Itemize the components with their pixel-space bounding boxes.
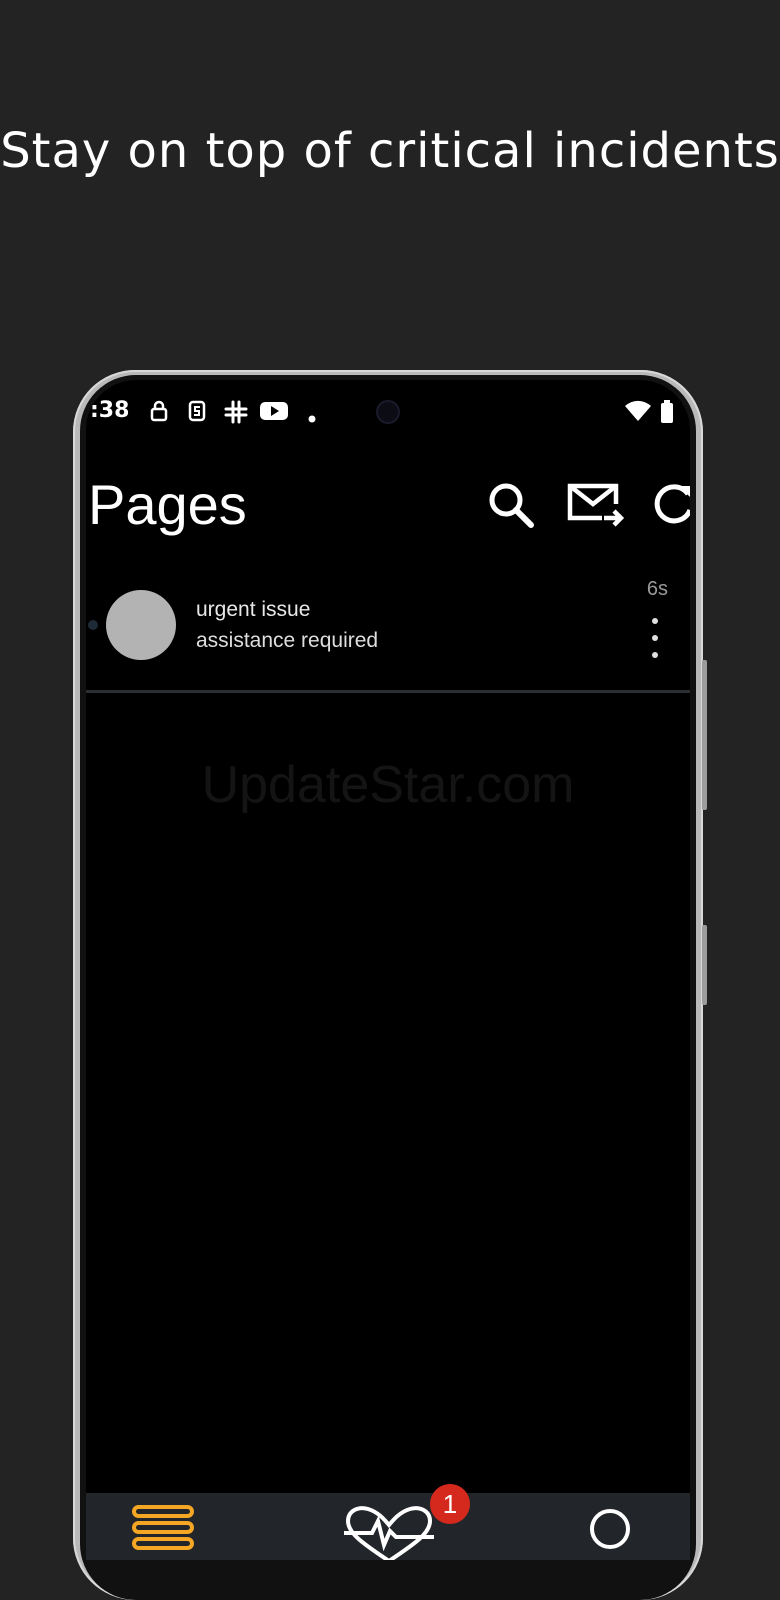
list-icon [132, 1505, 194, 1550]
search-button[interactable] [486, 480, 536, 534]
more-options-button[interactable] [648, 618, 662, 662]
status-bar: :38 [86, 396, 690, 426]
status-time: :38 [90, 398, 130, 423]
front-camera [376, 400, 400, 424]
mail-forward-button[interactable] [566, 480, 625, 534]
nav-incidents-tab[interactable] [342, 1493, 436, 1560]
avatar [106, 590, 176, 660]
notification-badge: 1 [430, 1484, 470, 1524]
slack-icon [224, 400, 248, 428]
page-subtitle-text: assistance required [196, 629, 379, 652]
more-dot [652, 652, 658, 658]
heart-pulse-icon [344, 1506, 434, 1560]
refresh-icon [654, 484, 690, 524]
battery-icon [660, 400, 674, 428]
dot-icon [308, 408, 316, 427]
mail-forward-icon [567, 483, 625, 527]
watermark: UpdateStar.com [201, 756, 575, 814]
more-dot [652, 635, 658, 641]
divider [86, 690, 690, 693]
side-button [702, 660, 707, 810]
page-list-item[interactable]: urgent issue assistance required 6s [86, 578, 690, 690]
side-button [702, 925, 707, 1005]
nav-search-tab[interactable] [586, 1493, 636, 1560]
nav-pages-tab[interactable] [130, 1493, 200, 1560]
wifi-icon [624, 400, 652, 426]
refresh-button[interactable] [652, 480, 690, 534]
more-dot [652, 618, 658, 624]
lock-icon [150, 400, 168, 426]
phone-screen: :38 Pages urgent issue assistance requir… [86, 380, 690, 1560]
page-title: Pages [88, 473, 247, 536]
bottom-nav [86, 1493, 690, 1560]
s-app-icon [188, 400, 206, 426]
youtube-icon [260, 400, 288, 426]
search-icon [489, 483, 534, 528]
unread-indicator [88, 620, 98, 630]
page-title-text: urgent issue [196, 598, 311, 621]
page-time: 6s [646, 578, 668, 600]
headline: Stay on top of critical incidents [0, 123, 780, 179]
search-icon [590, 1509, 630, 1549]
